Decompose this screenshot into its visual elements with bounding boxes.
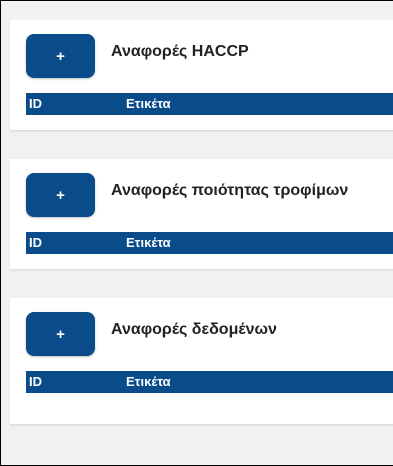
column-header-label[interactable]: Ετικέτα [126,96,171,111]
add-report-button[interactable]: + [26,34,95,78]
column-header-id[interactable]: ID [29,235,42,250]
section-header: + Αναφορές δεδομένων [10,298,393,358]
table-header-row: ID Ετικέτα [26,232,393,254]
plus-icon: + [56,186,65,204]
add-report-button[interactable]: + [26,173,95,217]
section-title: Αναφορές ποιότητας τροφίμων [111,182,349,199]
column-header-label[interactable]: Ετικέτα [126,374,171,389]
report-section-haccp: + Αναφορές HACCP ID Ετικέτα [10,20,393,131]
section-header: + Αναφορές HACCP [10,20,393,80]
plus-icon: + [56,47,65,65]
section-header: + Αναφορές ποιότητας τροφίμων [10,159,393,219]
plus-icon: + [56,325,65,343]
table-header-row: ID Ετικέτα [26,371,393,393]
add-report-button[interactable]: + [26,312,95,356]
section-title: Αναφορές δεδομένων [111,321,277,338]
column-header-label[interactable]: Ετικέτα [126,235,171,250]
page-frame: + Αναφορές HACCP ID Ετικέτα + Αναφορές π… [0,0,393,466]
report-section-data: + Αναφορές δεδομένων ID Ετικέτα [10,298,393,425]
section-title: Αναφορές HACCP [111,43,249,60]
column-header-id[interactable]: ID [29,96,42,111]
table-header-row: ID Ετικέτα [26,93,393,115]
report-section-food-quality: + Αναφορές ποιότητας τροφίμων ID Ετικέτα [10,159,393,270]
column-header-id[interactable]: ID [29,374,42,389]
